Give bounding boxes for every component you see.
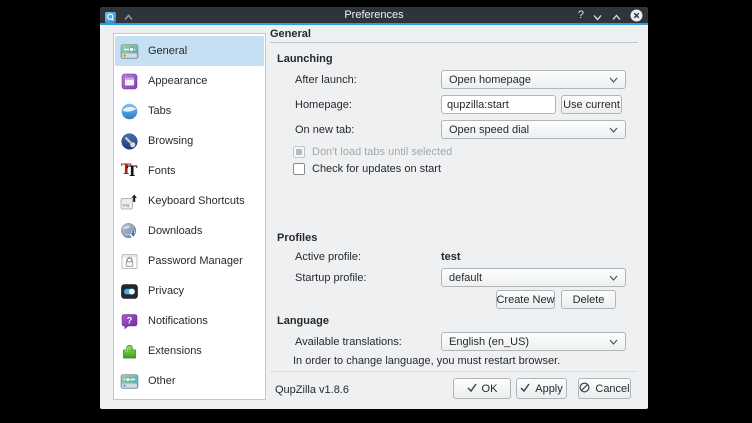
downloads-icon [120, 222, 139, 241]
sidebar-item-label: Password Manager [148, 255, 243, 267]
available-translations-label: Available translations: [295, 336, 402, 348]
footer-divider [270, 371, 638, 372]
sidebar-item-other[interactable]: Other [115, 366, 264, 396]
preferences-window: Preferences ? General Appea [100, 7, 648, 409]
sidebar-item-label: Fonts [148, 165, 176, 177]
titlebar-accent-line [100, 23, 648, 25]
fonts-icon: TT [120, 162, 139, 181]
cancel-icon [579, 382, 590, 396]
appearance-icon [120, 72, 139, 91]
sidebar-item-label: Other [148, 375, 176, 387]
sidebar-item-label: Extensions [148, 345, 202, 357]
sidebar-item-browsing[interactable]: Browsing [115, 126, 264, 156]
titlebar[interactable]: Preferences ? [100, 7, 648, 23]
window-title: Preferences [100, 7, 648, 23]
chevron-down-icon [609, 124, 618, 136]
available-translations-value: English (en_US) [449, 336, 529, 348]
restart-note: In order to change language, you must re… [293, 355, 560, 367]
chevron-down-icon [609, 336, 618, 348]
on-new-tab-value: Open speed dial [449, 124, 529, 136]
use-current-label: Use current [563, 99, 620, 111]
privacy-icon [120, 282, 139, 301]
check-icon [520, 383, 530, 395]
sidebar-item-label: Tabs [148, 105, 171, 117]
create-new-label: Create New [496, 294, 554, 306]
sidebar-item-general[interactable]: General [115, 36, 264, 66]
on-new-tab-label: On new tab: [295, 124, 354, 136]
keyboard-shortcuts-icon: FN [120, 192, 139, 211]
svg-text:?: ? [127, 315, 133, 325]
delete-button[interactable]: Delete [561, 290, 616, 309]
sidebar-item-label: Appearance [148, 75, 207, 87]
sidebar-item-label: Keyboard Shortcuts [148, 195, 245, 207]
sidebar-item-extensions[interactable]: Extensions [115, 336, 264, 366]
sidebar-item-privacy[interactable]: Privacy [115, 276, 264, 306]
ok-label: OK [482, 383, 498, 395]
startup-profile-label: Startup profile: [295, 272, 367, 284]
chevron-down-icon [609, 74, 618, 86]
check-updates-checkbox[interactable]: Check for updates on start [293, 163, 441, 175]
on-new-tab-select[interactable]: Open speed dial [441, 120, 626, 139]
page-title: General [270, 28, 311, 40]
sidebar-item-downloads[interactable]: Downloads [115, 216, 264, 246]
sidebar-item-tabs[interactable]: Tabs [115, 96, 264, 126]
version-text: QupZilla v1.8.6 [275, 384, 349, 396]
sidebar-item-notifications[interactable]: ? Notifications [115, 306, 264, 336]
delete-label: Delete [573, 294, 605, 306]
create-new-button[interactable]: Create New [496, 290, 555, 309]
section-language: Language [277, 315, 329, 327]
cancel-label: Cancel [595, 383, 629, 395]
tabs-icon [120, 102, 139, 121]
sidebar-item-keyboard-shortcuts[interactable]: FN Keyboard Shortcuts [115, 186, 264, 216]
startup-profile-value: default [449, 272, 482, 284]
help-icon[interactable]: ? [578, 8, 584, 22]
minimize-icon[interactable] [592, 10, 603, 21]
sidebar-item-label: Downloads [148, 225, 202, 237]
after-launch-label: After launch: [295, 74, 357, 86]
homepage-input[interactable] [441, 95, 556, 114]
dont-load-tabs-checkbox: Don't load tabs until selected [293, 146, 452, 158]
extensions-icon [120, 342, 139, 361]
sidebar-item-label: General [148, 45, 187, 57]
use-current-button[interactable]: Use current [561, 95, 622, 114]
apply-label: Apply [535, 383, 563, 395]
close-icon[interactable] [630, 9, 643, 22]
check-updates-label: Check for updates on start [312, 163, 441, 175]
active-profile-value: test [441, 251, 461, 263]
notifications-icon: ? [120, 312, 139, 331]
startup-profile-select[interactable]: default [441, 268, 626, 287]
active-profile-label: Active profile: [295, 251, 361, 263]
sidebar-item-appearance[interactable]: Appearance [115, 66, 264, 96]
general-icon [120, 42, 139, 61]
section-profiles: Profiles [277, 232, 317, 244]
dont-load-tabs-label: Don't load tabs until selected [312, 146, 452, 158]
settings-category-list: General Appearance Tabs Browsing TT Font… [113, 33, 266, 400]
ok-button[interactable]: OK [453, 378, 511, 399]
sidebar-item-password-manager[interactable]: Password Manager [115, 246, 264, 276]
password-manager-icon [120, 252, 139, 271]
section-launching: Launching [277, 53, 333, 65]
sidebar-item-label: Browsing [148, 135, 193, 147]
apply-button[interactable]: Apply [516, 378, 567, 399]
homepage-label: Homepage: [295, 99, 352, 111]
sidebar-item-label: Privacy [148, 285, 184, 297]
after-launch-value: Open homepage [449, 74, 531, 86]
checkbox-icon [293, 146, 305, 158]
other-icon [120, 372, 139, 391]
check-icon [467, 383, 477, 395]
available-translations-select[interactable]: English (en_US) [441, 332, 626, 351]
browsing-icon [120, 132, 139, 151]
chevron-down-icon [609, 272, 618, 284]
after-launch-select[interactable]: Open homepage [441, 70, 626, 89]
header-divider [270, 42, 638, 43]
sidebar-item-fonts[interactable]: TT Fonts [115, 156, 264, 186]
maximize-icon[interactable] [611, 10, 622, 21]
cancel-button[interactable]: Cancel [578, 378, 631, 399]
checkbox-icon[interactable] [293, 163, 305, 175]
svg-text:FN: FN [123, 202, 129, 207]
sidebar-item-label: Notifications [148, 315, 208, 327]
